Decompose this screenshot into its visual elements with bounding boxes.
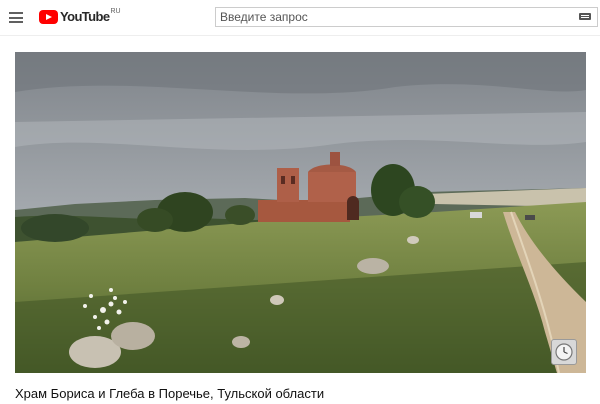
search-box[interactable]	[215, 7, 598, 27]
youtube-logo-icon	[39, 10, 58, 24]
search-input[interactable]	[220, 10, 560, 24]
video-player[interactable]	[15, 52, 586, 373]
masthead: YouTube RU	[0, 0, 600, 36]
menu-icon[interactable]	[9, 12, 23, 23]
video-frame	[15, 52, 586, 373]
youtube-logo[interactable]: YouTube RU	[39, 8, 121, 25]
logo-region: RU	[110, 8, 121, 15]
keyboard-icon[interactable]	[579, 13, 591, 20]
logo-text: YouTube	[60, 9, 110, 24]
video-title: Храм Бориса и Глеба в Поречье, Тульской …	[15, 386, 325, 401]
clock-icon[interactable]	[551, 339, 577, 365]
